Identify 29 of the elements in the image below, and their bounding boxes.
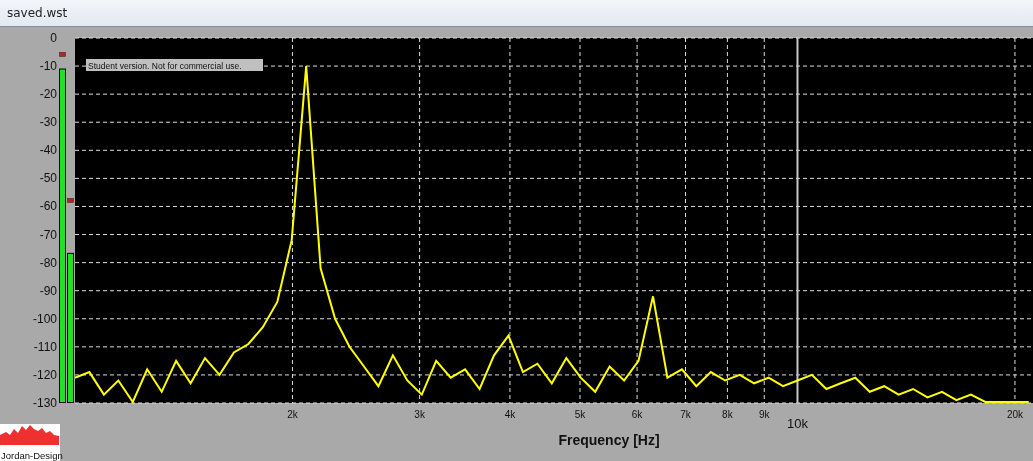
y-tick-label: -20	[39, 87, 57, 102]
y-tick-label: -10	[39, 59, 57, 74]
y-tick-label: 0	[50, 31, 57, 45]
y-tick-label: -100	[32, 311, 57, 326]
x-tick-label: 20k	[1006, 409, 1023, 420]
x-tick-label: 9k	[758, 409, 770, 420]
cursor-label: 10k	[787, 416, 808, 431]
x-tick-label: 8k	[722, 409, 733, 420]
y-tick-label: -50	[39, 171, 57, 186]
waveform-icon	[0, 425, 59, 445]
x-axis-title: Frequency [Hz]	[558, 432, 660, 448]
x-tick-label: 5k	[574, 409, 586, 420]
y-tick-label: -120	[32, 367, 57, 382]
x-tick-label: 3k	[414, 409, 425, 420]
logo-text: Jordan-Design	[1, 450, 63, 461]
x-tick-label: 2k	[287, 409, 298, 420]
y-tick-label: -70	[39, 227, 57, 242]
notice-label: Student version. Not for commercial use.	[86, 59, 263, 71]
x-tick-label: 4k	[504, 409, 516, 420]
y-tick-label: -30	[39, 115, 57, 130]
y-tick-label: -80	[39, 255, 57, 270]
y-tick-label: -130	[32, 396, 57, 410]
window-title: saved.wst	[7, 6, 68, 20]
y-tick-label: -60	[39, 199, 57, 214]
y-tick-label: -40	[39, 143, 57, 158]
x-tick-label: 7k	[680, 409, 691, 420]
y-tick-label: -110	[33, 339, 57, 354]
y-tick-label: -90	[39, 283, 57, 298]
x-tick-label: 6k	[631, 409, 643, 420]
